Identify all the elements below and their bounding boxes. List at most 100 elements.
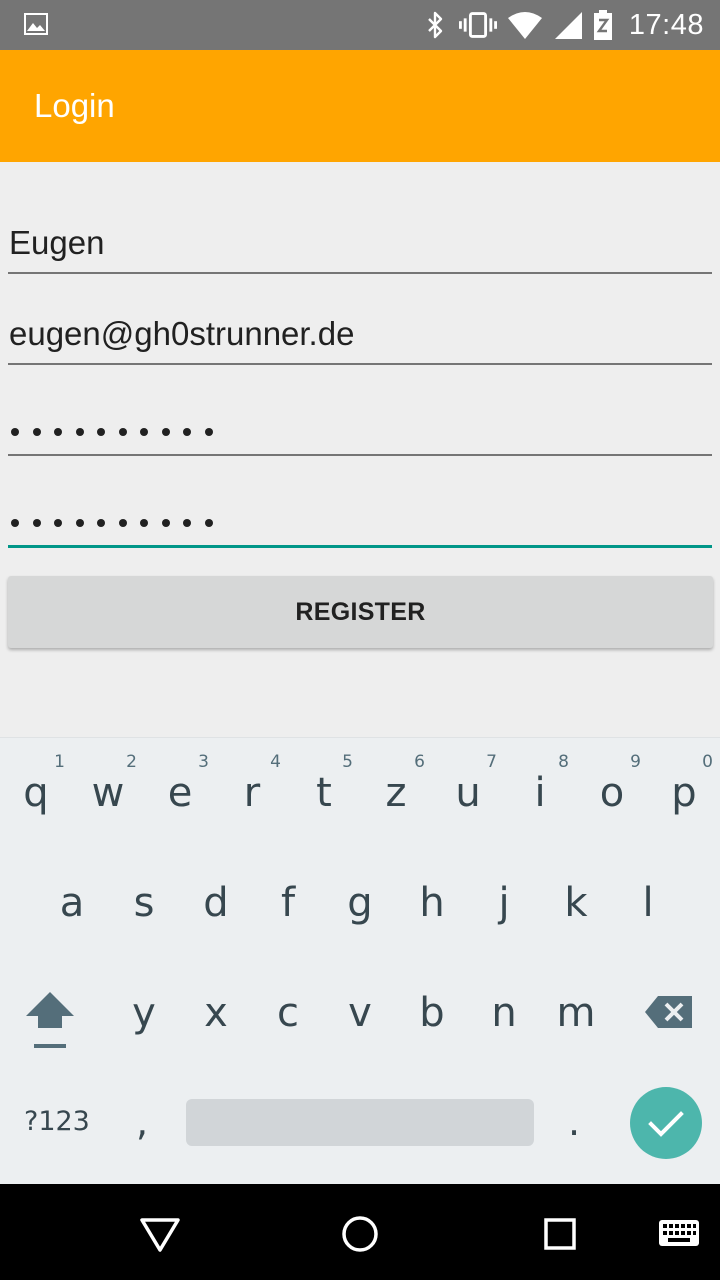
key-f[interactable]: f [252, 848, 324, 958]
password-dot [161, 428, 170, 436]
key-label: m [556, 990, 596, 1036]
key-label: e [167, 770, 193, 816]
period-key[interactable]: . [568, 1100, 580, 1144]
shift-key-icon[interactable] [24, 990, 76, 1054]
key-u[interactable]: u7 [432, 738, 504, 848]
password-dot [32, 519, 41, 527]
password-dot [183, 519, 191, 527]
navigation-bar [0, 1184, 720, 1280]
key-label: l [642, 880, 654, 926]
battery-icon [593, 10, 612, 40]
key-label: s [133, 880, 155, 926]
comma-key[interactable]: , [136, 1100, 148, 1144]
email-field-value: eugen@gh0strunner.de [9, 315, 355, 352]
key-hint: 3 [198, 752, 209, 772]
page-title: Login [34, 87, 115, 124]
signal-icon [554, 12, 582, 39]
key-label: p [671, 770, 697, 816]
password-dot [11, 519, 19, 527]
password-field[interactable] [8, 396, 712, 456]
keyboard-switch-icon[interactable] [658, 1212, 700, 1256]
password-dot [11, 428, 19, 436]
key-label: f [280, 880, 296, 926]
key-label: o [599, 770, 625, 816]
key-z[interactable]: z6 [360, 738, 432, 848]
key-hint: 7 [486, 752, 497, 772]
symbols-key[interactable]: ?123 [24, 1106, 90, 1137]
key-k[interactable]: k [540, 848, 612, 958]
password-dot [75, 519, 84, 527]
key-h[interactable]: h [396, 848, 468, 958]
soft-keyboard: q1w2e3r4t5z6u7i8o9p0 asdfghjkl yxcvbnm ?… [0, 737, 720, 1184]
key-a[interactable]: a [36, 848, 108, 958]
key-hint: 2 [126, 752, 137, 772]
recents-icon[interactable] [538, 1212, 582, 1256]
image-icon [24, 13, 48, 35]
password-field-underline [8, 454, 712, 456]
key-w[interactable]: w2 [72, 738, 144, 848]
email-field-underline [8, 363, 712, 365]
key-label: w [91, 770, 125, 816]
key-label: v [348, 990, 372, 1036]
key-hint: 8 [558, 752, 569, 772]
wifi-icon [507, 12, 542, 39]
key-i[interactable]: i8 [504, 738, 576, 848]
key-d[interactable]: d [180, 848, 252, 958]
register-button[interactable]: REGISTER [8, 576, 713, 648]
key-j[interactable]: j [468, 848, 540, 958]
key-p[interactable]: p0 [648, 738, 720, 848]
password-dot [204, 428, 213, 436]
key-label: d [203, 880, 229, 926]
key-label: t [316, 770, 332, 816]
key-hint: 9 [630, 752, 641, 772]
key-hint: 4 [270, 752, 281, 772]
confirm-password-field[interactable] [8, 487, 712, 548]
key-label: r [243, 770, 261, 816]
password-dot [204, 519, 213, 527]
password-dot [75, 428, 84, 436]
key-g[interactable]: g [324, 848, 396, 958]
key-v[interactable]: v [324, 958, 396, 1068]
space-key[interactable] [186, 1099, 534, 1146]
key-label: k [564, 880, 588, 926]
key-b[interactable]: b [396, 958, 468, 1068]
key-label: n [491, 990, 517, 1036]
name-field[interactable]: Eugen [8, 214, 712, 274]
key-m[interactable]: m [540, 958, 612, 1068]
password-dot [32, 428, 41, 436]
key-r[interactable]: r4 [216, 738, 288, 848]
done-key[interactable] [630, 1087, 702, 1159]
key-y[interactable]: y [108, 958, 180, 1068]
key-c[interactable]: c [252, 958, 324, 1068]
backspace-key-icon[interactable] [644, 994, 694, 1030]
key-t[interactable]: t5 [288, 738, 360, 848]
key-hint: 6 [414, 752, 425, 772]
status-icons: 17:48 [421, 0, 704, 50]
key-e[interactable]: e3 [144, 738, 216, 848]
email-field[interactable]: eugen@gh0strunner.de [8, 305, 712, 365]
key-n[interactable]: n [468, 958, 540, 1068]
home-icon[interactable] [338, 1212, 382, 1256]
password-dot [97, 519, 105, 527]
key-label: c [277, 990, 299, 1036]
key-label: x [204, 990, 228, 1036]
checkmark-icon [648, 1111, 684, 1137]
password-dot [54, 519, 62, 527]
key-l[interactable]: l [612, 848, 684, 958]
key-label: j [498, 880, 510, 926]
password-dot [118, 428, 127, 436]
back-icon[interactable] [138, 1212, 182, 1256]
key-label: y [132, 990, 156, 1036]
password-dot [97, 428, 105, 436]
password-dot [118, 519, 127, 527]
key-o[interactable]: o9 [576, 738, 648, 848]
password-dot [140, 519, 148, 527]
name-field-underline [8, 272, 712, 274]
key-label: q [23, 770, 49, 816]
key-x[interactable]: x [180, 958, 252, 1068]
name-field-value: Eugen [9, 224, 105, 261]
key-q[interactable]: q1 [0, 738, 72, 848]
password-dot [183, 428, 191, 436]
confirm-password-mask [11, 519, 213, 527]
key-s[interactable]: s [108, 848, 180, 958]
